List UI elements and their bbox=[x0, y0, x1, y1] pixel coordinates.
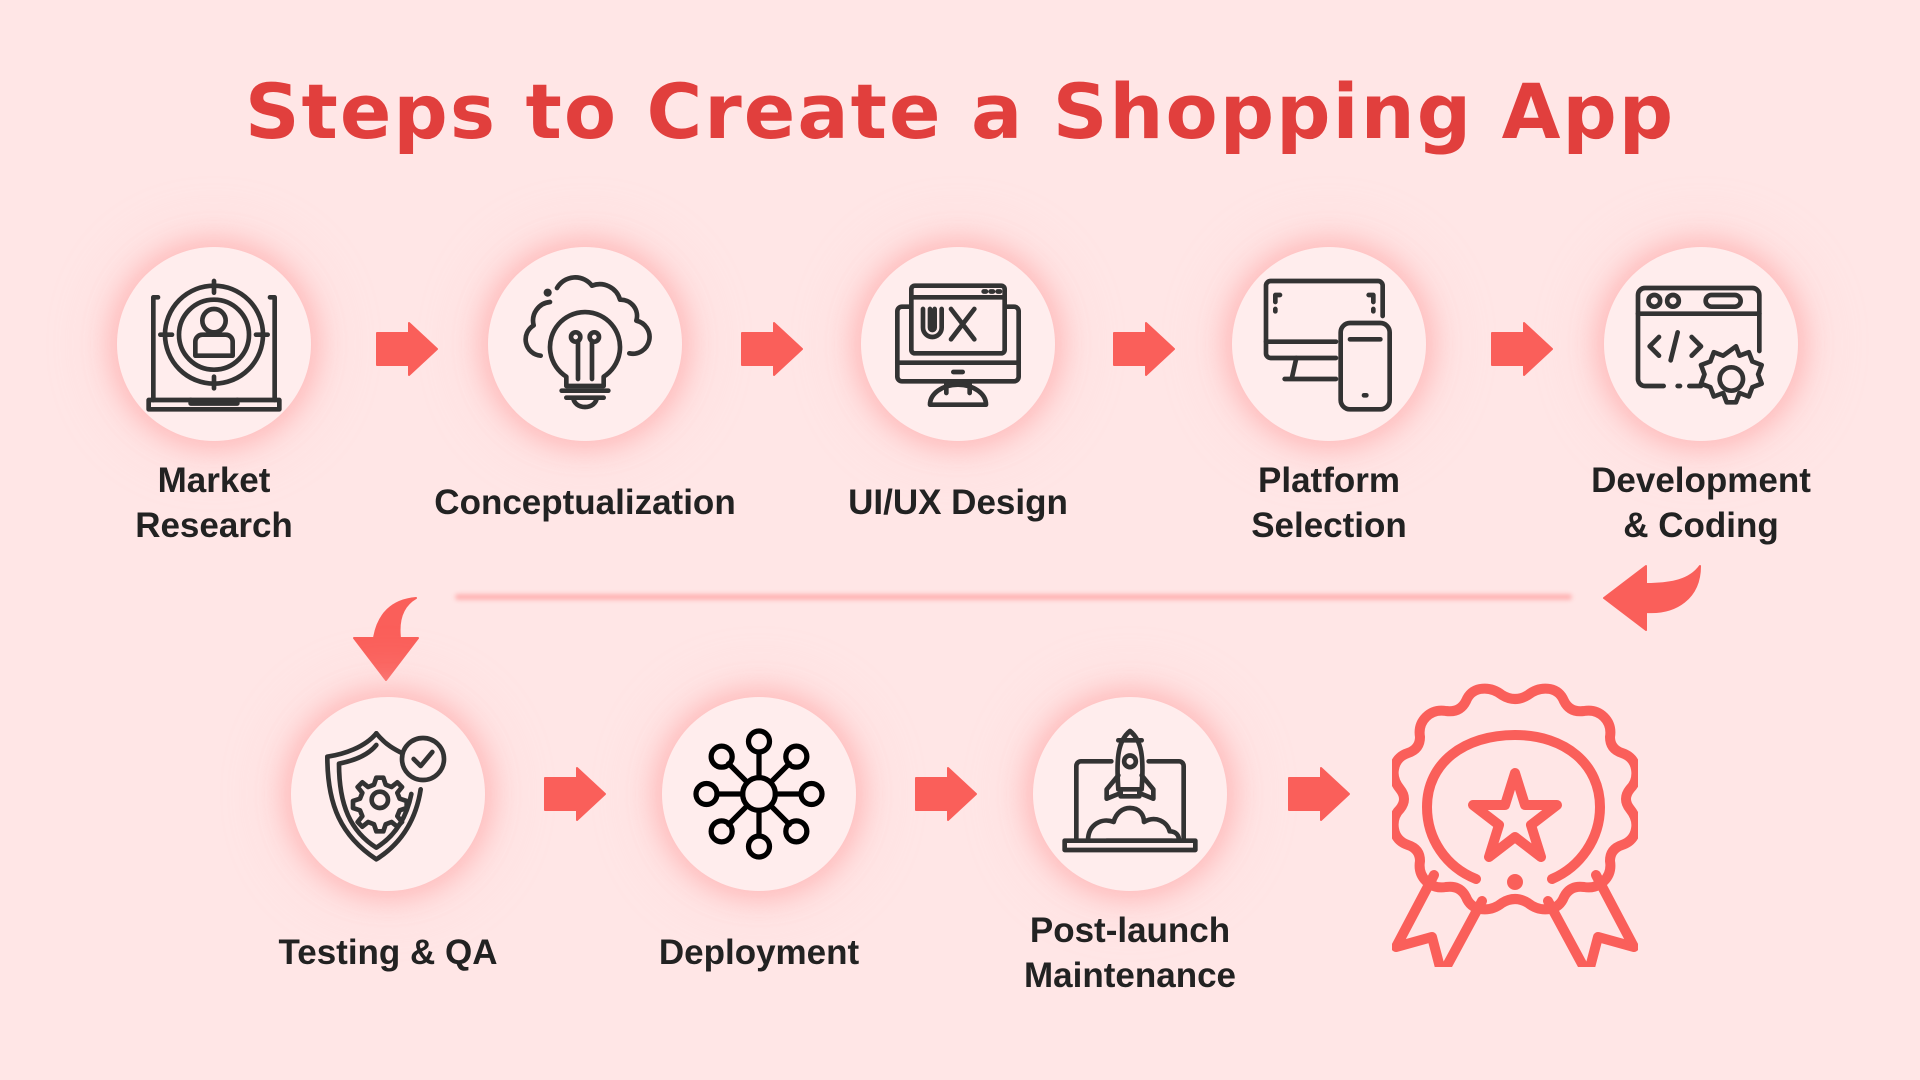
arrow-right-icon bbox=[1288, 767, 1350, 821]
lightbulb-cloud-icon bbox=[523, 275, 652, 410]
step-label-conceptualization: Conceptualization bbox=[434, 483, 736, 522]
arrow-right-icon bbox=[376, 322, 438, 376]
laptop-rocket-icon bbox=[1062, 728, 1198, 853]
page-title: Steps to Create a Shopping App bbox=[244, 67, 1676, 156]
step-label-testing-qa: Testing & QA bbox=[278, 933, 498, 972]
curved-arrow-left-icon bbox=[1603, 565, 1701, 631]
step-label-market-research: Market Research bbox=[135, 461, 293, 545]
connector-line bbox=[455, 594, 1572, 600]
award-badge-star-icon bbox=[1392, 683, 1638, 967]
network-hub-icon bbox=[693, 728, 825, 860]
step-label-uiux-design: UI/UX Design bbox=[848, 483, 1068, 522]
arrow-right-icon bbox=[544, 767, 606, 821]
curved-arrow-down-icon bbox=[353, 597, 419, 681]
step-deployment-circle bbox=[662, 697, 856, 891]
laptop-target-user-icon bbox=[146, 278, 282, 412]
step-label-development-coding: Development & Coding bbox=[1591, 461, 1811, 545]
browser-code-gear-icon bbox=[1635, 285, 1764, 405]
step-market-research-circle bbox=[117, 247, 311, 441]
step-platform-selection-circle bbox=[1232, 247, 1426, 441]
step-post-launch-circle bbox=[1033, 697, 1227, 891]
step-label-platform-selection: Platform Selection bbox=[1251, 461, 1407, 545]
step-label-post-launch-maintenance: Post-launch Maintenance bbox=[1024, 911, 1236, 995]
step-development-coding-circle bbox=[1604, 247, 1798, 441]
arrow-right-icon bbox=[1113, 322, 1175, 376]
arrow-right-icon bbox=[915, 767, 977, 821]
step-label-deployment: Deployment bbox=[658, 933, 860, 972]
arrow-right-icon bbox=[1491, 322, 1553, 376]
step-testing-qa-circle bbox=[291, 697, 485, 891]
monitor-ux-icon bbox=[895, 283, 1022, 407]
step-conceptualization-circle bbox=[488, 247, 682, 441]
shield-gear-check-icon bbox=[325, 731, 447, 862]
step-uiux-design-circle bbox=[861, 247, 1055, 441]
desktop-mobile-icon bbox=[1263, 278, 1392, 412]
arrow-right-icon bbox=[741, 322, 803, 376]
